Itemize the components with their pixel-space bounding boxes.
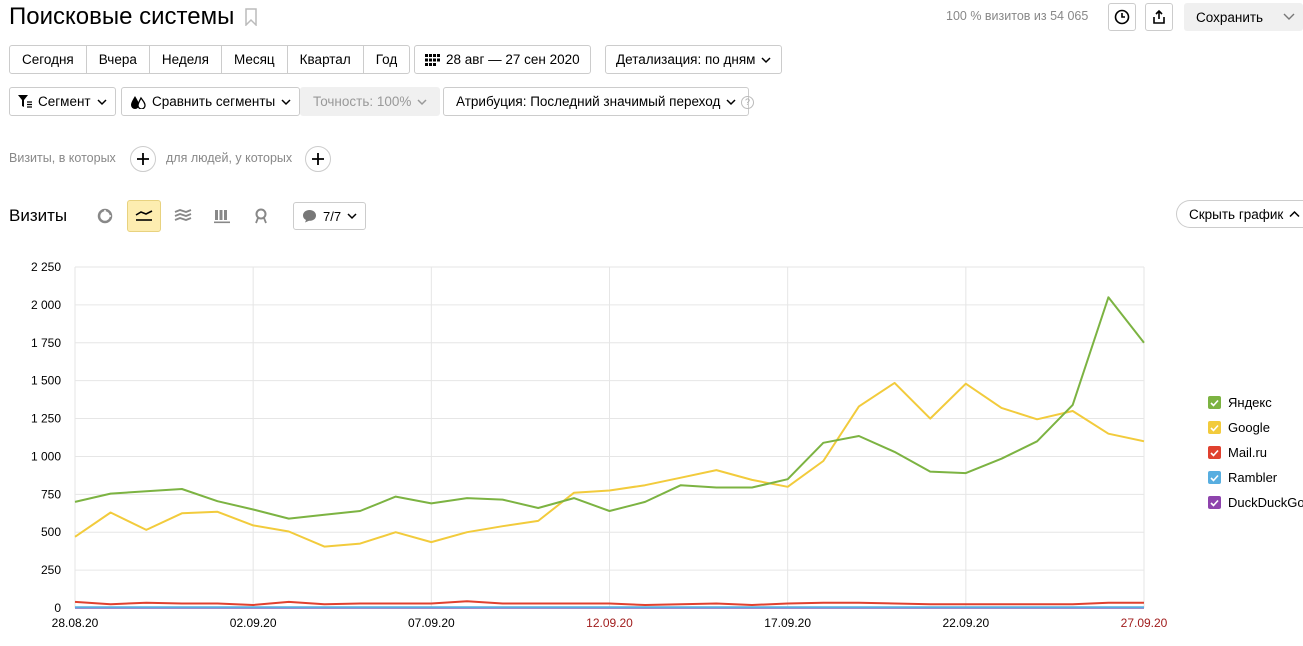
y-tick-label: 1 750 xyxy=(31,336,61,350)
chevron-down-icon xyxy=(417,98,427,105)
legend-item[interactable]: Rambler xyxy=(1208,465,1303,490)
y-tick-label: 500 xyxy=(41,525,61,539)
y-tick-label: 2 000 xyxy=(31,298,61,312)
chevron-down-icon xyxy=(761,56,771,63)
x-tick-label: 22.09.20 xyxy=(942,616,989,630)
compare-segments-button[interactable]: Сравнить сегменты xyxy=(121,87,301,116)
y-tick-label: 1 500 xyxy=(31,374,61,388)
legend-label: Яндекс xyxy=(1228,395,1272,410)
legend-item[interactable]: Яндекс xyxy=(1208,390,1303,415)
chevron-down-icon xyxy=(726,98,736,105)
legend-item[interactable]: Mail.ru xyxy=(1208,440,1303,465)
period-quarter[interactable]: Квартал xyxy=(288,46,364,73)
x-tick-label: 27.09.20 xyxy=(1121,616,1168,630)
area-chart-icon xyxy=(174,209,192,221)
bookmark-icon[interactable] xyxy=(244,8,258,26)
line-chart-icon xyxy=(135,210,153,221)
pie-chart-icon xyxy=(97,208,113,224)
bar-view-button[interactable] xyxy=(205,200,239,232)
attribution-dropdown[interactable]: Атрибуция: Последний значимый переход xyxy=(443,87,750,116)
date-range-label: 28 авг — 27 сен 2020 xyxy=(446,52,580,67)
y-tick-label: 1 000 xyxy=(31,449,61,463)
chevron-up-icon xyxy=(1289,210,1300,218)
detail-dropdown[interactable]: Детализация: по дням xyxy=(605,45,783,74)
comment-icon xyxy=(303,210,316,223)
visits-share: 100 % визитов из 54 065 xyxy=(946,9,1089,23)
map-view-button[interactable] xyxy=(244,200,278,232)
help-icon[interactable]: ? xyxy=(741,96,754,109)
chart-legend: Яндекс Google Mail.ru Rambler DuckDuckGo xyxy=(1208,390,1303,515)
line-chart: 0 250 500 750 1 000 1 250 1 500 1 750 2 000 2 250… xyxy=(31,260,1168,630)
checkbox-checked-icon[interactable] xyxy=(1208,471,1221,484)
save-button-label: Сохранить xyxy=(1196,9,1264,25)
history-button[interactable] xyxy=(1108,3,1136,31)
detail-label: Детализация: по дням xyxy=(616,52,756,67)
segment-label: Сегмент xyxy=(38,94,91,109)
page-title: Поисковые системы xyxy=(9,3,235,30)
people-filter-label: для людей, у которых xyxy=(166,151,293,165)
checkbox-checked-icon[interactable] xyxy=(1208,446,1221,459)
clock-icon xyxy=(1114,9,1130,25)
share-icon xyxy=(1153,9,1165,24)
compare-label: Сравнить сегменты xyxy=(152,94,276,109)
date-range-button[interactable]: 28 авг — 27 сен 2020 xyxy=(414,45,591,74)
save-button[interactable]: Сохранить xyxy=(1184,3,1303,31)
chevron-down-icon xyxy=(97,98,107,105)
add-visit-filter-button[interactable] xyxy=(130,146,156,172)
line-view-button[interactable] xyxy=(127,200,161,232)
y-tick-label: 2 250 xyxy=(31,260,61,274)
hide-chart-label: Скрыть график xyxy=(1189,206,1284,222)
segment-button[interactable]: Сегмент xyxy=(9,87,116,116)
checkbox-checked-icon[interactable] xyxy=(1208,496,1221,509)
x-tick-label: 28.08.20 xyxy=(52,616,99,630)
x-tick-label: 02.09.20 xyxy=(230,616,277,630)
period-year[interactable]: Год xyxy=(364,46,410,73)
annotations-dropdown[interactable]: 7/7 xyxy=(293,202,367,230)
chevron-down-icon xyxy=(347,213,357,220)
legend-item[interactable]: Google xyxy=(1208,415,1303,440)
bar-chart-icon xyxy=(214,209,230,223)
accuracy-label: Точность: 100% xyxy=(313,94,412,109)
x-tick-label: 12.09.20 xyxy=(586,616,633,630)
period-selector: Сегодня Вчера Неделя Месяц Квартал Год xyxy=(9,45,411,74)
legend-label: Google xyxy=(1228,420,1270,435)
counter-label: 7/7 xyxy=(323,208,342,224)
filter-icon xyxy=(18,95,32,108)
period-yesterday[interactable]: Вчера xyxy=(87,46,150,73)
chevron-down-icon xyxy=(1283,13,1295,20)
chart-title: Визиты xyxy=(9,206,68,225)
add-people-filter-button[interactable] xyxy=(305,146,331,172)
drops-icon xyxy=(131,95,146,109)
legend-item[interactable]: DuckDuckGo xyxy=(1208,490,1303,515)
legend-label: Mail.ru xyxy=(1228,445,1268,460)
y-tick-label: 750 xyxy=(41,487,61,501)
period-today[interactable]: Сегодня xyxy=(10,46,87,73)
plus-icon xyxy=(312,153,324,165)
hide-chart-button[interactable]: Скрыть график xyxy=(1176,200,1303,228)
checkbox-checked-icon[interactable] xyxy=(1208,421,1221,434)
legend-label: DuckDuckGo xyxy=(1228,495,1303,510)
area-view-button[interactable] xyxy=(166,200,200,232)
chevron-down-icon xyxy=(281,98,291,105)
plus-icon xyxy=(137,153,149,165)
period-month[interactable]: Месяц xyxy=(222,46,288,73)
pie-view-button[interactable] xyxy=(88,200,122,232)
x-tick-label: 07.09.20 xyxy=(408,616,455,630)
checkbox-checked-icon[interactable] xyxy=(1208,396,1221,409)
period-week[interactable]: Неделя xyxy=(150,46,222,73)
y-tick-label: 0 xyxy=(54,601,61,615)
calendar-icon xyxy=(425,53,440,66)
export-button[interactable] xyxy=(1145,3,1173,31)
map-pin-icon xyxy=(255,208,267,224)
x-tick-label: 17.09.20 xyxy=(764,616,811,630)
y-tick-label: 250 xyxy=(41,563,61,577)
y-tick-label: 1 250 xyxy=(31,412,61,426)
legend-label: Rambler xyxy=(1228,470,1278,485)
attribution-label: Атрибуция: Последний значимый переход xyxy=(456,94,721,109)
visits-filter-label: Визиты, в которых xyxy=(9,151,116,165)
accuracy-dropdown[interactable]: Точность: 100% xyxy=(300,87,441,116)
